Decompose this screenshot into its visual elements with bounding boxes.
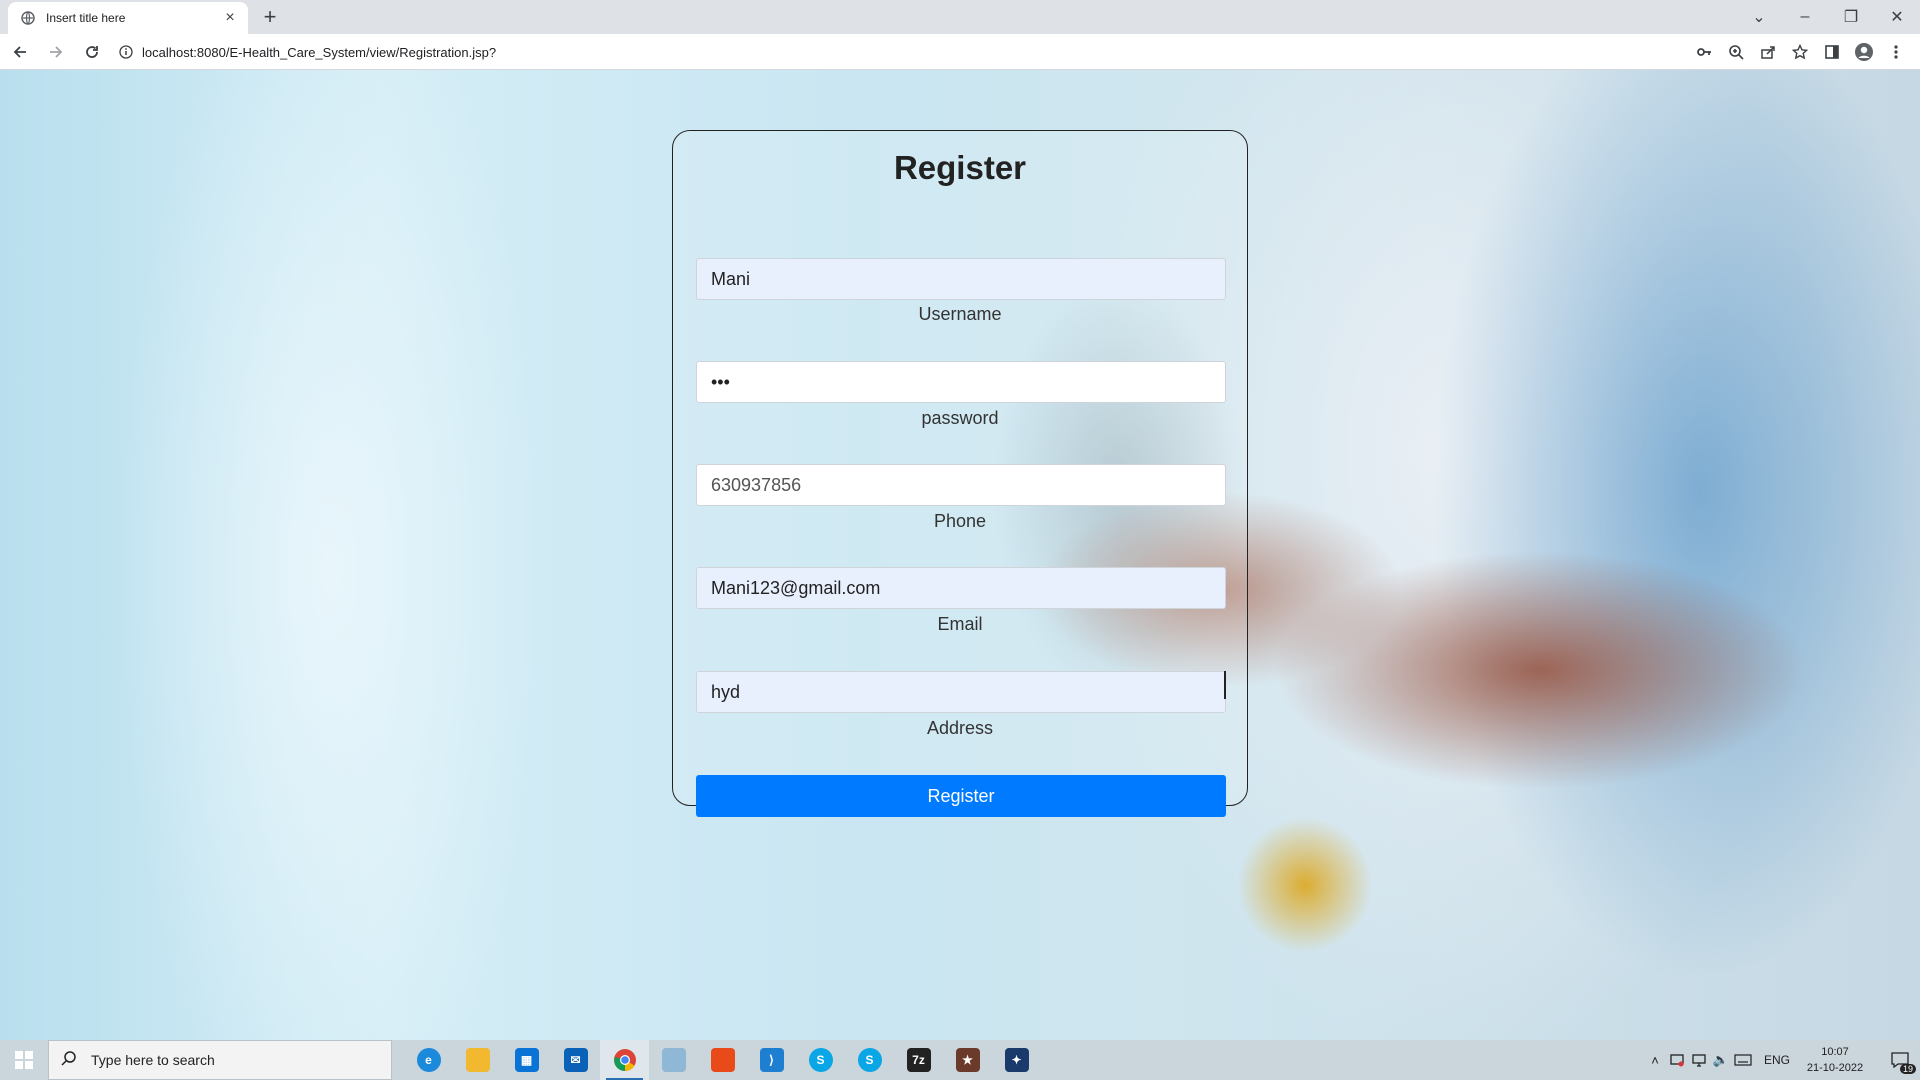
address-bar[interactable]: localhost:8080/E-Health_Care_System/view… <box>108 38 1688 66</box>
username-input[interactable]: Mani <box>696 258 1226 300</box>
chrome-icon[interactable] <box>600 1040 649 1080</box>
phone-input[interactable]: 630937856 <box>696 464 1226 506</box>
notification-icon[interactable]: 19 <box>1880 1040 1920 1080</box>
clock-time: 10:07 <box>1821 1046 1849 1058</box>
7zip-icon[interactable]: 7z <box>894 1040 943 1080</box>
close-tab-icon[interactable]: × <box>222 10 238 26</box>
profile-icon[interactable] <box>1848 36 1880 68</box>
game-icon[interactable]: ★ <box>943 1040 992 1080</box>
email-label: Email <box>937 614 983 634</box>
key-icon[interactable] <box>1688 36 1720 68</box>
edge-icon[interactable]: e <box>404 1040 453 1080</box>
network-icon[interactable] <box>1688 1040 1710 1080</box>
office-icon[interactable] <box>698 1040 747 1080</box>
password-label: password <box>921 408 999 428</box>
toolbar-icons <box>1688 36 1912 68</box>
file-explorer-icon[interactable] <box>453 1040 502 1080</box>
url-text: localhost:8080/E-Health_Care_System/view… <box>142 44 497 60</box>
notepad-icon[interactable] <box>649 1040 698 1080</box>
clock[interactable]: 10:07 21-10-2022 <box>1800 1044 1870 1076</box>
registration-form: Register Mani Username ••• password 6309… <box>672 130 1248 817</box>
taskbar: Type here to search e ▦ ✉ ⟩ S S 7z ★ ✦ ˄… <box>0 1040 1920 1080</box>
window-controls: ⌄ – ❐ ✕ <box>1736 0 1920 34</box>
search-placeholder: Type here to search <box>91 1052 215 1068</box>
minimize-icon[interactable]: – <box>1782 0 1828 34</box>
address-value: hyd <box>711 681 741 702</box>
password-input[interactable]: ••• <box>696 361 1226 403</box>
keyboard-icon[interactable] <box>1732 1040 1754 1080</box>
page-background: Register Mani Username ••• password 6309… <box>0 70 1920 1040</box>
chevron-up-icon[interactable]: ˄ <box>1644 1040 1666 1080</box>
zoom-icon[interactable] <box>1720 36 1752 68</box>
skype-icon-2[interactable]: S <box>845 1040 894 1080</box>
browser-tab-bar: Insert title here × + ⌄ – ❐ ✕ <box>0 0 1920 34</box>
system-tray: ˄ 🔈 ENG 10:07 21-10-2022 19 <box>1644 1040 1920 1080</box>
close-window-icon[interactable]: ✕ <box>1874 0 1920 34</box>
tab-search-icon[interactable]: ⌄ <box>1736 0 1782 34</box>
vscode-icon[interactable]: ⟩ <box>747 1040 796 1080</box>
phone-label: Phone <box>933 511 987 531</box>
browser-toolbar: localhost:8080/E-Health_Care_System/view… <box>0 34 1920 70</box>
notification-badge: 19 <box>1899 1064 1916 1074</box>
address-input[interactable]: hyd <box>696 671 1226 713</box>
username-label: Username <box>918 304 1002 324</box>
search-icon <box>61 1050 77 1071</box>
side-panel-icon[interactable] <box>1816 36 1848 68</box>
pinned-apps: e ▦ ✉ ⟩ S S 7z ★ ✦ <box>404 1040 1041 1080</box>
register-button[interactable]: Register <box>696 775 1226 817</box>
menu-icon[interactable] <box>1880 36 1912 68</box>
restore-icon[interactable]: ❐ <box>1828 0 1874 34</box>
back-icon[interactable] <box>4 36 36 68</box>
taskbar-search[interactable]: Type here to search <box>48 1040 392 1080</box>
mail-icon[interactable]: ✉ <box>551 1040 600 1080</box>
skype-icon[interactable]: S <box>796 1040 845 1080</box>
bookmark-star-icon[interactable] <box>1784 36 1816 68</box>
address-label: Address <box>926 718 994 738</box>
windows-start-icon[interactable] <box>0 1040 48 1080</box>
form-title: Register <box>893 149 1027 186</box>
email-input[interactable]: Mani123@gmail.com <box>696 567 1226 609</box>
new-tab-button[interactable]: + <box>258 6 282 30</box>
forward-icon[interactable] <box>40 36 72 68</box>
language-indicator[interactable]: ENG <box>1764 1053 1790 1067</box>
store-icon[interactable]: ▦ <box>502 1040 551 1080</box>
clock-date: 21-10-2022 <box>1806 1062 1864 1074</box>
browser-tab[interactable]: Insert title here × <box>8 2 248 34</box>
text-cursor <box>1224 671 1226 699</box>
tab-title: Insert title here <box>46 11 126 25</box>
globe-icon <box>20 10 36 26</box>
share-icon[interactable] <box>1752 36 1784 68</box>
info-icon[interactable] <box>118 44 134 60</box>
defender-icon[interactable] <box>1666 1040 1688 1080</box>
volume-icon[interactable]: 🔈 <box>1710 1040 1732 1080</box>
app-icon[interactable]: ✦ <box>992 1040 1041 1080</box>
reload-icon[interactable] <box>76 36 108 68</box>
